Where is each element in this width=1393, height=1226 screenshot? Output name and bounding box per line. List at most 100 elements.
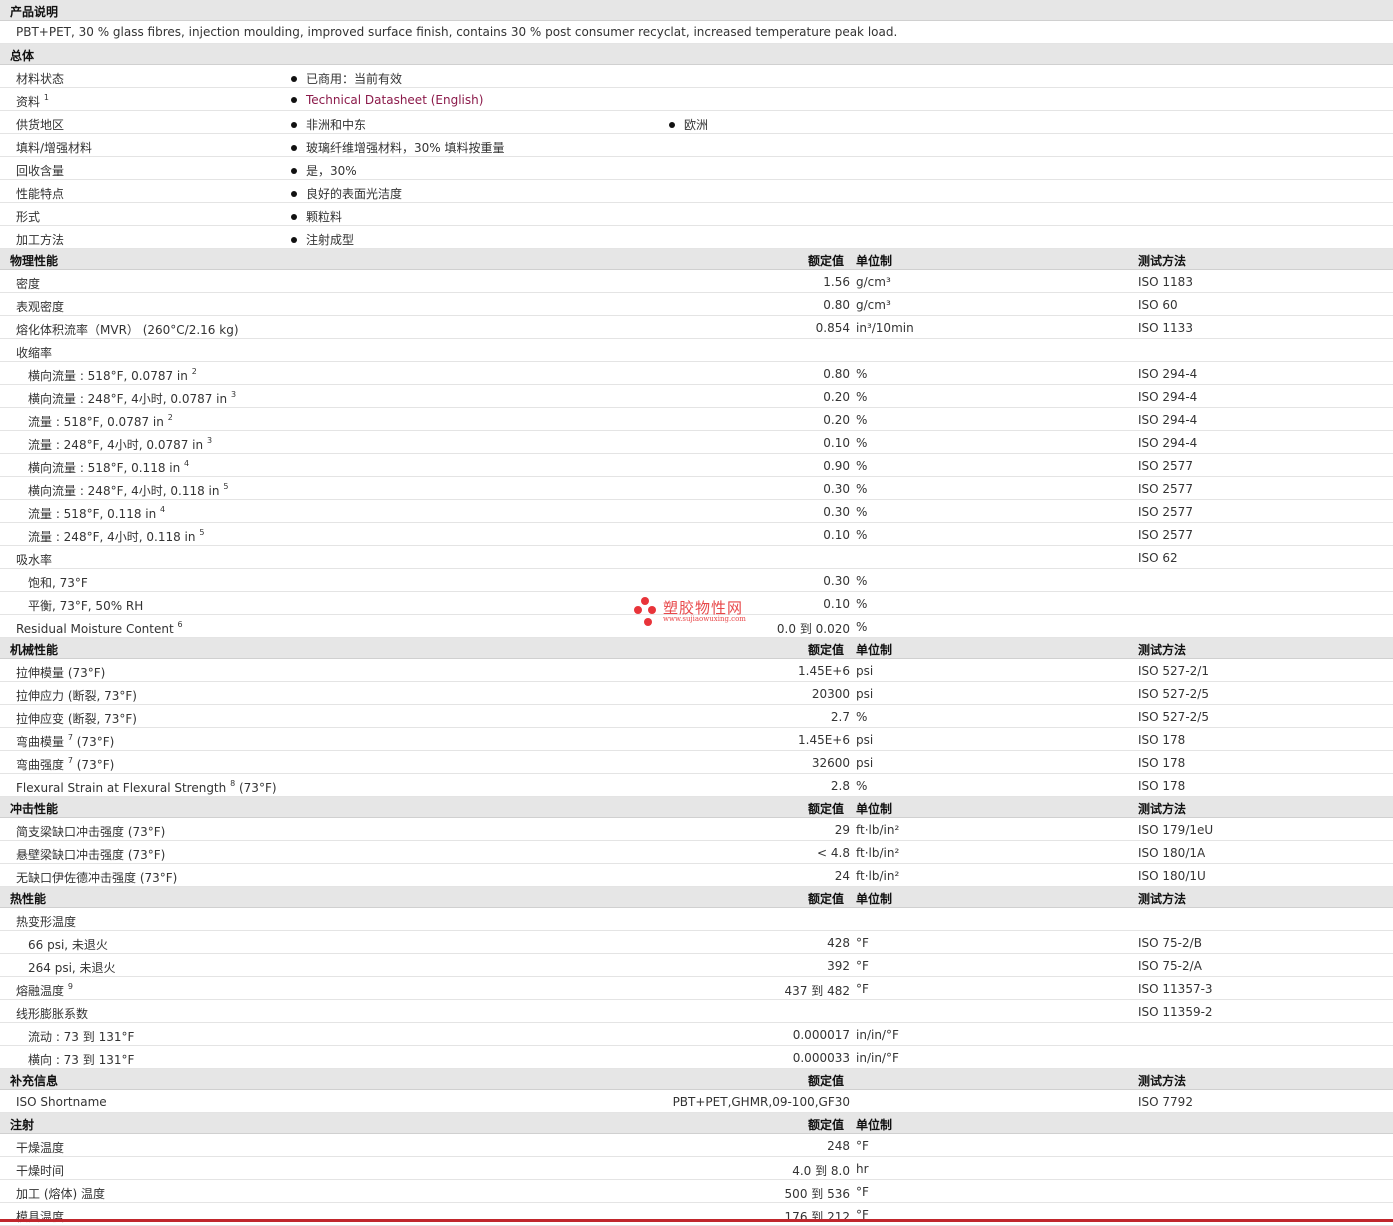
property-row: 流量 : 248°F, 4小时, 0.118 in 5 0.10% ISO 2577 — [0, 523, 1393, 546]
property-row: 无缺口伊佐德冲击强度 (73°F) 24 ft·lb/in² ISO 180/1U — [0, 864, 1393, 887]
property-row: 线形膨胀系数 ISO 11359-2 — [0, 1000, 1393, 1023]
nominal-header: 额定值 — [808, 1118, 845, 1132]
unit-value: psi — [856, 733, 874, 747]
general-label-text: 供货地区 — [16, 118, 65, 132]
property-row: 横向流量 : 518°F, 0.118 in 4 0.90% ISO 2577 — [0, 454, 1393, 477]
property-row: 流量 : 248°F, 4小时, 0.0787 in 3 0.10% ISO 294… — [0, 431, 1393, 454]
property-label: 无缺口伊佐德冲击强度 (73°F) — [16, 869, 177, 886]
product-description-row: PBT+PET, 30 % glass fibres, injection mo… — [0, 21, 1393, 44]
test-method: ISO 180/1U — [1138, 869, 1206, 883]
bullet-icon — [291, 121, 297, 128]
property-name: 简支梁缺口冲击强度 (73°F) — [16, 825, 166, 839]
general-value-item: 欧洲 — [669, 116, 708, 133]
nominal-header: 额定值 — [808, 802, 845, 816]
nominal-header: 额定值 — [808, 643, 845, 657]
test-method-header: 测试方法 — [1138, 892, 1187, 906]
property-name: 拉伸应变 (断裂, 73°F) — [16, 712, 137, 726]
footnote-marker: 3 — [206, 436, 213, 445]
datasheet-link[interactable]: Technical Datasheet (English) — [306, 93, 483, 107]
general-label-text: 材料状态 — [16, 72, 65, 86]
test-method-header: 测试方法 — [1138, 802, 1187, 816]
general-section-header: 总体 — [0, 44, 1393, 65]
general-value-item: 非洲和中东 — [291, 116, 366, 133]
nominal-value: 0.000033 — [792, 1051, 850, 1065]
test-method: ISO 11357-3 — [1138, 982, 1213, 996]
nominal-value: 0.0 到 0.020 — [776, 622, 850, 636]
test-method: ISO 60 — [1138, 298, 1178, 312]
test-method-header: 测试方法 — [1138, 1074, 1187, 1088]
property-label: Residual Moisture Content 6 — [16, 620, 183, 636]
unit-value: ft·lb/in² — [856, 846, 900, 860]
property-row: 熔化体积流率（MVR） (260°C/2.16 kg) 0.854 in³/10mi… — [0, 316, 1393, 339]
test-method: ISO 62 — [1138, 551, 1178, 565]
property-label: 66 psi, 未退火 — [28, 936, 108, 953]
property-row: 弯曲强度 7 (73°F) 32600 psi ISO 178 — [0, 751, 1393, 774]
nominal-value: 2.7 — [830, 710, 850, 724]
general-value: 已商用：当前有效 — [306, 72, 403, 86]
nominal-value: 0.20 — [823, 390, 850, 404]
nominal-header: 额定值 — [808, 254, 845, 268]
property-label: 饱和, 73°F — [28, 574, 88, 591]
property-name: 熔化体积流率（MVR） (260°C/2.16 kg) — [16, 323, 239, 337]
property-label: 弯曲强度 7 (73°F) — [16, 756, 114, 773]
bullet-icon — [291, 236, 297, 243]
test-method: ISO 527-2/1 — [1138, 664, 1209, 678]
property-label: 流量 : 248°F, 4小时, 0.0787 in 3 — [28, 436, 212, 453]
general-value-item: 玻璃纤维增强材料，30% 填料按重量 — [291, 139, 505, 156]
nominal-value: 2.8 — [830, 779, 850, 793]
property-row: 流量 : 518°F, 0.118 in 4 0.30% ISO 2577 — [0, 500, 1393, 523]
injection-section-header: 注射 额定值 单位制 — [0, 1113, 1393, 1134]
general-label-text: 资料 — [16, 95, 41, 109]
unit-header: 单位制 — [856, 254, 893, 268]
test-method: ISO 2577 — [1138, 505, 1193, 519]
nominal-value: 392 — [827, 959, 850, 973]
unit-value: % — [856, 574, 868, 588]
property-name: 横向流量 : 518°F, 0.0787 in — [28, 369, 188, 383]
test-method: ISO 527-2/5 — [1138, 687, 1209, 701]
property-label: 流量 : 518°F, 0.0787 in 2 — [28, 413, 173, 430]
section-title: 机械性能 — [10, 643, 59, 657]
property-name: 无缺口伊佐德冲击强度 (73°F) — [16, 871, 178, 885]
nominal-value: 20300 — [811, 687, 850, 701]
property-row: 横向流量 : 518°F, 0.0787 in 2 0.80% ISO 294-4 — [0, 362, 1393, 385]
footnote-marker: 3 — [230, 390, 237, 399]
property-label: 表观密度 — [16, 298, 64, 315]
unit-value: % — [856, 436, 868, 450]
property-label: 弯曲模量 7 (73°F) — [16, 733, 114, 750]
general-value: 是，30% — [306, 164, 357, 178]
general-label: 资料 1 — [16, 93, 49, 110]
footnote-marker: 1 — [43, 93, 49, 102]
general-value-item[interactable]: Technical Datasheet (English) — [291, 93, 483, 107]
test-method-header: 测试方法 — [1138, 254, 1187, 268]
test-method: ISO 1183 — [1138, 275, 1193, 289]
unit-header: 单位制 — [856, 802, 893, 816]
nominal-value: 0.10 — [823, 436, 850, 450]
general-label: 回收含量 — [16, 162, 64, 179]
general-value: 注射成型 — [306, 233, 355, 247]
property-name: 干燥温度 — [16, 1141, 65, 1155]
test-method: ISO 180/1A — [1138, 846, 1206, 860]
physical-section-header: 物理性能 额定值 单位制 测试方法 — [0, 249, 1393, 270]
unit-value: °F — [856, 959, 869, 973]
property-label: 模具温度 — [16, 1208, 64, 1225]
nominal-value: 437 到 482 — [784, 984, 850, 998]
unit-value: g/cm³ — [856, 275, 891, 289]
property-row: 干燥时间 4.0 到 8.0 hr — [0, 1157, 1393, 1180]
property-name: Flexural Strain at Flexural Strength — [16, 781, 227, 795]
property-row: 横向流量 : 248°F, 4小时, 0.118 in 5 0.30% ISO 25… — [0, 477, 1393, 500]
property-name: 横向 : 73 到 131°F — [28, 1053, 135, 1067]
property-label: 收缩率 — [16, 344, 52, 361]
section-title: 补充信息 — [10, 1074, 59, 1088]
property-label: 干燥时间 — [16, 1162, 64, 1179]
property-name: 加工 (熔体) 温度 — [16, 1187, 105, 1201]
property-name: 悬壁梁缺口冲击强度 (73°F) — [16, 848, 166, 862]
unit-header: 单位制 — [856, 1118, 893, 1132]
property-label: 熔化体积流率（MVR） (260°C/2.16 kg) — [16, 321, 239, 338]
unit-value: °F — [856, 982, 869, 996]
property-label: 拉伸模量 (73°F) — [16, 664, 105, 681]
unit-value: ft·lb/in² — [856, 823, 900, 837]
property-label: 横向流量 : 248°F, 4小时, 0.118 in 5 — [28, 482, 228, 499]
unit-value: % — [856, 459, 868, 473]
supplementary-section-header: 补充信息 额定值 测试方法 — [0, 1069, 1393, 1090]
general-row: 性能特点 良好的表面光洁度 — [0, 180, 1393, 203]
